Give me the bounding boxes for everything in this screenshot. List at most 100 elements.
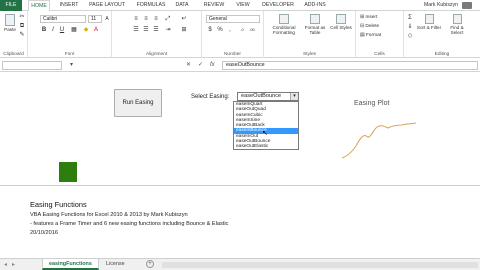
avatar[interactable]	[462, 2, 472, 9]
font-color-icon[interactable]: A	[92, 26, 100, 34]
comma-icon[interactable]: ,	[226, 26, 234, 34]
copy-icon[interactable]: ⧉	[18, 22, 26, 30]
grow-font-icon[interactable]: A	[103, 15, 111, 23]
chevron-down-icon[interactable]: ▾	[290, 93, 298, 100]
autosum-icon[interactable]: Σ	[406, 14, 414, 22]
insert-function-icon[interactable]: fx	[210, 61, 215, 70]
easing-dropdown-list[interactable]: easeInQuart easeOutQuad easeInCubic easeInS…	[233, 101, 299, 150]
format-painter-icon[interactable]: ✎	[18, 31, 26, 39]
cell-styles-icon	[336, 14, 346, 24]
align-middle-icon[interactable]: ≡	[142, 15, 150, 23]
wrap-text-icon[interactable]: ↵	[180, 15, 188, 23]
orientation-icon[interactable]: ⤢	[164, 15, 172, 23]
tab-add-ins[interactable]: ADD-INS	[300, 0, 330, 11]
table-icon	[310, 14, 320, 24]
group-alignment: ≡ ≡ ≡ ⤢ ↵ ☰ ☰ ☰ ⇥ ⊞ Alignment	[112, 11, 202, 58]
font-name-select[interactable]: Calibri	[40, 15, 86, 23]
editing-label: Editing	[434, 52, 450, 57]
percent-icon[interactable]: %	[216, 26, 224, 34]
clear-icon[interactable]: ◇	[406, 32, 414, 40]
insert-cells-button[interactable]: ⊞ Insert	[360, 14, 377, 21]
sheet-tab-bar: ◂ ▸ easingFunctions License +	[0, 258, 480, 270]
cell-styles-button[interactable]: Cell Styles	[330, 14, 352, 30]
easing-combo-value: easeOutBounce	[241, 93, 282, 99]
tab-insert[interactable]: INSERT	[56, 0, 82, 11]
fill-icon[interactable]: ⇓	[406, 23, 414, 31]
conditional-formatting-button[interactable]: Conditional Formatting	[268, 14, 300, 35]
number-format-select[interactable]: General	[206, 15, 260, 23]
currency-icon[interactable]: $	[206, 26, 214, 34]
align-top-icon[interactable]: ≡	[132, 15, 140, 23]
mouse-cursor-icon: ↖	[262, 130, 268, 137]
user-name[interactable]: Mark Kubiszyn	[424, 0, 458, 11]
format-as-table-label: Format as Table	[304, 25, 326, 35]
conditional-formatting-icon	[279, 14, 289, 24]
formula-input[interactable]: easeOutBounce	[222, 61, 478, 70]
tab-file[interactable]: FILE	[0, 0, 22, 11]
easing-plot	[341, 122, 417, 159]
cut-icon[interactable]: ✂	[18, 13, 26, 21]
tab-data[interactable]: DATA	[172, 0, 192, 11]
sort-filter-icon	[424, 14, 434, 24]
align-center-icon[interactable]: ☰	[142, 26, 150, 34]
align-right-icon[interactable]: ☰	[152, 26, 160, 34]
cancel-icon[interactable]: ✕	[186, 61, 191, 70]
alignment-label: Alignment	[145, 52, 168, 57]
ribbon-tab-strip: FILE HOME INSERT PAGE LAYOUT FORMULAS DA…	[0, 0, 480, 12]
sheet-tab-easingfunctions[interactable]: easingFunctions	[42, 259, 99, 270]
find-select-icon	[452, 14, 462, 24]
ribbon: Paste ✂ ⧉ ✎ Clipboard Calibri 11 A B I U…	[0, 11, 480, 58]
tab-formulas[interactable]: FORMULAS	[134, 0, 168, 11]
easing-combo[interactable]: easeOutBounce ▾	[237, 92, 299, 101]
insert-label: Insert	[365, 15, 378, 20]
run-easing-button[interactable]: Run Easing	[114, 89, 162, 117]
paste-button[interactable]: Paste	[3, 14, 17, 32]
sheet-heading: Easing Functions	[30, 200, 87, 209]
paste-label: Paste	[4, 27, 16, 32]
align-left-icon[interactable]: ☰	[132, 26, 140, 34]
delete-label: Delete	[365, 24, 380, 29]
merge-center-icon[interactable]: ⊞	[180, 26, 188, 34]
indent-icon[interactable]: ⇥	[164, 26, 172, 34]
divider	[0, 185, 480, 186]
next-sheet-icon[interactable]: ▸	[12, 260, 15, 270]
easing-option[interactable]: easeOutElastic	[234, 144, 298, 149]
tab-page-layout[interactable]: PAGE LAYOUT	[86, 0, 128, 11]
group-editing: Σ ⇓ ◇ Sort & Filter Find & Select Editin…	[404, 11, 480, 58]
styles-label: Styles	[302, 52, 317, 57]
increase-decimal-icon[interactable]: .0	[238, 26, 246, 34]
clipboard-label: Clipboard	[3, 52, 24, 57]
borders-icon[interactable]: ▦	[70, 26, 78, 34]
tab-view[interactable]: VIEW	[232, 0, 254, 11]
sheet-tab-license[interactable]: License	[100, 259, 131, 270]
group-number: General $ % , .0 .00 Number	[202, 11, 264, 58]
tab-developer[interactable]: DEVELOPER	[258, 0, 298, 11]
underline-icon[interactable]: U	[58, 26, 66, 34]
find-select-button[interactable]: Find & Select	[444, 14, 470, 35]
delete-cells-button[interactable]: ⊟ Delete	[360, 23, 379, 30]
paste-icon	[5, 14, 15, 26]
conditional-formatting-label: Conditional Formatting	[272, 25, 296, 35]
formula-bar: ▾ ✕ ✓ fx easeOutBounce	[0, 58, 480, 72]
add-sheet-icon[interactable]: +	[146, 260, 154, 268]
italic-icon[interactable]: I	[49, 26, 57, 34]
sort-filter-button[interactable]: Sort & Filter	[416, 14, 442, 30]
fill-color-icon[interactable]: ◆	[82, 26, 90, 34]
decrease-decimal-icon[interactable]: .00	[248, 26, 256, 34]
prev-sheet-icon[interactable]: ◂	[4, 260, 7, 270]
bold-icon[interactable]: B	[40, 26, 48, 34]
align-bottom-icon[interactable]: ≡	[152, 15, 160, 23]
font-size-select[interactable]: 11	[88, 15, 102, 23]
group-clipboard: Paste ✂ ⧉ ✎ Clipboard	[0, 11, 28, 58]
sheet-line-1: VBA Easing Functions for Excel 2010 & 20…	[30, 212, 188, 218]
sheet-line-3: 20/10/2016	[30, 230, 58, 236]
enter-icon[interactable]: ✓	[198, 61, 203, 70]
worksheet[interactable]: Run Easing Select Easing: easeOutBounce …	[0, 72, 480, 258]
format-cells-button[interactable]: ▤ Format	[360, 32, 381, 39]
tab-review[interactable]: REVIEW	[200, 0, 228, 11]
name-box[interactable]	[2, 61, 62, 70]
horizontal-scrollbar[interactable]	[162, 262, 478, 268]
format-as-table-button[interactable]: Format as Table	[302, 14, 328, 35]
name-box-dropdown-icon[interactable]: ▾	[70, 61, 73, 70]
group-cells: ⊞ Insert ⊟ Delete ▤ Format Cells	[356, 11, 404, 58]
